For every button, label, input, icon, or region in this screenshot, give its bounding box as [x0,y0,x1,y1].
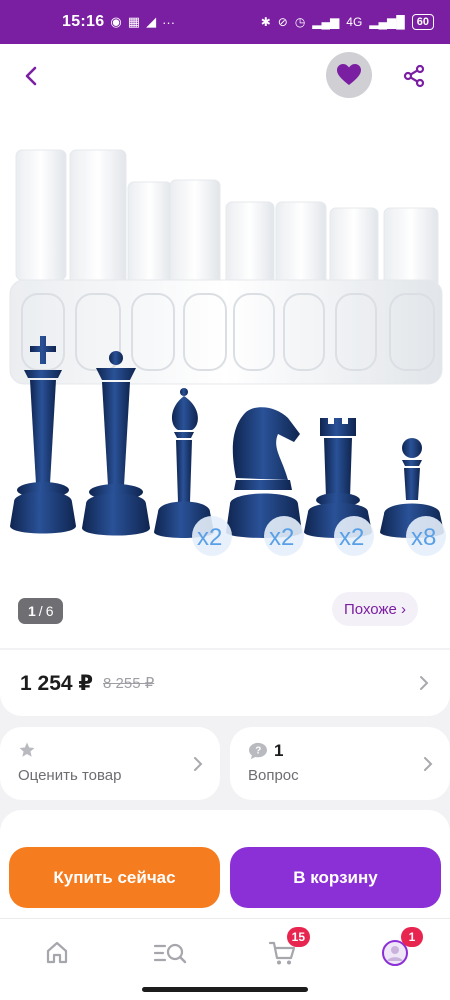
product-image-gallery[interactable]: x2 x2 x2 x8 [0,108,450,648]
cart-badge: 15 [286,927,310,947]
chevron-right-icon [420,676,429,690]
knight-multiplier: x2 [269,524,294,551]
bluetooth-icon: ✱ [260,15,271,29]
chevron-right-icon [194,757,203,771]
favorite-button[interactable] [326,52,372,98]
status-time: 15:16 [62,13,105,30]
question-label: Вопрос [248,767,299,784]
mute-icon: ⊘ [277,15,288,29]
network-type: 4G [346,15,363,29]
status-bar: 15:16 ◉ ▦ ◢ ··· ✱ ⊘ ◷ ▂▄▆ 4G ▂▄▆█ 60 [0,0,450,44]
nav-catalog[interactable] [150,933,190,973]
nav-profile[interactable]: 1 [375,927,423,973]
product-image: x2 x2 x2 x8 [9,149,446,556]
alarm-icon: ◷ [294,15,306,29]
profile-badge: 1 [401,927,423,947]
star-icon [19,742,35,757]
price-card[interactable]: 1 254 ₽ 8 255 ₽ [0,650,450,716]
question-count: 1 [274,741,284,760]
add-to-cart-button[interactable]: В корзину [230,847,441,908]
silicone-molds [9,149,443,385]
home-indicator [142,987,308,992]
back-button[interactable] [14,58,50,94]
pager-current: 1 [28,603,36,619]
share-button[interactable] [396,58,432,94]
pager-separator: / [38,603,43,619]
similar-products-button[interactable]: Похоже › [332,592,418,626]
rate-product-label: Оценить товар [18,767,122,784]
share-icon [403,64,425,88]
more-notifications-icon: ··· [162,14,176,30]
signal-icon: ▂▄▆ [312,15,340,29]
product-header [0,44,450,108]
nav-cart[interactable]: 15 [262,927,310,973]
heart-icon [337,64,361,85]
old-price: 8 255 ₽ [103,675,155,692]
chess-bishop-figure [154,388,214,538]
svg-text:?: ? [255,746,261,757]
catalog-search-icon [153,943,187,964]
signal-icon-2: ▂▄▆█ [369,15,405,29]
pawn-multiplier: x8 [411,524,436,551]
buy-now-button[interactable]: Купить сейчас [9,847,220,908]
questions-card[interactable]: ? 1 Вопрос [230,727,450,800]
bishop-multiplier: x2 [197,524,222,551]
cast-icon: ◢ [146,14,157,29]
rate-product-card[interactable]: Оценить товар [0,727,220,800]
rook-multiplier: x2 [339,524,364,551]
app-notification-icon: ▦ [127,14,141,29]
whatsapp-icon: ◉ [110,14,122,29]
question-bubble-icon: ? [249,742,267,760]
current-price: 1 254 ₽ [20,671,93,695]
pager-total: 6 [45,603,54,619]
home-icon [46,941,68,964]
chevron-left-icon [25,66,37,86]
image-pager-indicator: 1 / 6 [18,598,64,624]
nav-home[interactable] [37,933,77,973]
chevron-right-icon [424,757,433,771]
battery-icon: 60 [411,14,434,30]
